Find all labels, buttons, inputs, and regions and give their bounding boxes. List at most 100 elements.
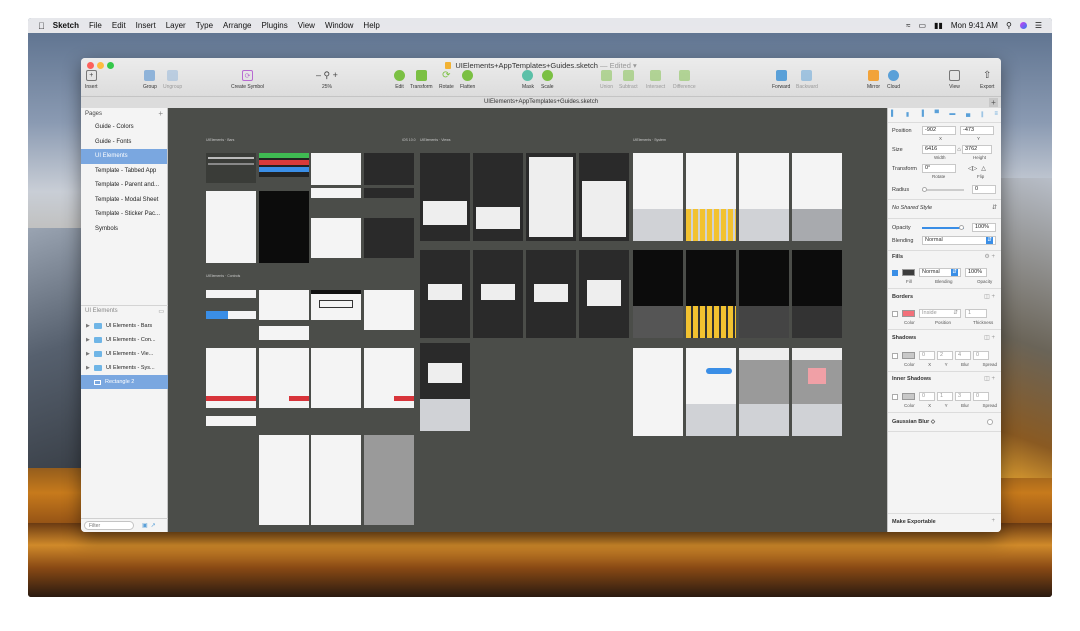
notification-center-icon[interactable]: ☰ xyxy=(1035,21,1042,30)
page-list-toggle-icon[interactable]: ▭ xyxy=(158,308,164,315)
artboard-system-9[interactable] xyxy=(633,348,683,436)
canvas[interactable]: UIElements · Bars iOS 10.0 UIElements · … xyxy=(168,108,887,532)
artboard-controls-7[interactable] xyxy=(206,348,256,408)
group-button[interactable]: Group xyxy=(143,70,157,90)
flip-horizontal-icon[interactable]: ◁▷ xyxy=(968,165,977,172)
layer-item-ui-elements-system[interactable]: ▶ UI Elements - Sys... xyxy=(81,361,168,375)
menu-file[interactable]: File xyxy=(89,21,102,30)
artboard-system-6[interactable] xyxy=(686,250,736,338)
add-export-icon[interactable]: + xyxy=(991,518,995,524)
artboard-label-ios[interactable]: iOS 10.0 xyxy=(402,138,416,142)
gaussian-blur-toggle[interactable] xyxy=(987,419,993,425)
create-symbol-button[interactable]: ⟳ Create Symbol xyxy=(231,70,264,90)
artboard-system-4[interactable] xyxy=(792,153,842,241)
artboard-bars-3[interactable] xyxy=(311,153,361,185)
settings-icon[interactable]: ⚙ xyxy=(984,254,989,260)
shadow-y-field[interactable]: 2 xyxy=(937,351,953,360)
page-item-template-tabbed-app[interactable]: Template - Tabbed App xyxy=(81,164,167,179)
distribute-horizontal-icon[interactable]: ∥ xyxy=(981,111,984,120)
subtract-button[interactable]: Subtract xyxy=(619,70,638,90)
cloud-button[interactable]: Cloud xyxy=(887,70,900,90)
artboard-controls-8[interactable] xyxy=(259,348,309,408)
opacity-field[interactable]: 100% xyxy=(972,223,996,232)
distribute-vertical-icon[interactable]: ≡ xyxy=(994,111,998,120)
menu-layer[interactable]: Layer xyxy=(166,21,186,30)
align-center-icon[interactable]: ▮ xyxy=(906,111,909,120)
slice-filter-icon[interactable]: ↗ xyxy=(151,522,156,529)
artboard-views-4[interactable] xyxy=(579,153,629,241)
artboard-views-6[interactable] xyxy=(473,250,523,338)
shared-style-select[interactable]: No Shared Style ⇵ xyxy=(892,204,997,212)
menu-app-name[interactable]: Sketch xyxy=(53,21,79,30)
artboard-system-12[interactable] xyxy=(792,348,842,436)
page-item-template-parent[interactable]: Template - Parent and... xyxy=(81,178,167,193)
inner-shadow-color-swatch[interactable] xyxy=(902,393,915,400)
filter-input[interactable] xyxy=(84,521,134,530)
artboard-bars-6[interactable] xyxy=(364,188,414,198)
artboard-controls-2[interactable] xyxy=(259,290,309,320)
fill-blending-select[interactable]: Normal ⇵ xyxy=(919,268,961,277)
artboard-bars-8[interactable] xyxy=(259,191,309,263)
artboard-bars-1[interactable] xyxy=(206,153,256,183)
page-item-ui-elements[interactable]: UI Elements xyxy=(81,149,167,164)
artboard-system-10[interactable] xyxy=(686,348,736,436)
inner-shadow-blur-field[interactable]: 3 xyxy=(955,392,971,401)
height-field[interactable]: 3762 xyxy=(962,145,992,154)
menu-insert[interactable]: Insert xyxy=(136,21,156,30)
disclosure-triangle-icon[interactable]: ▶ xyxy=(86,351,94,357)
artboard-label-views[interactable]: UIElements · Views xyxy=(420,138,450,142)
union-button[interactable]: Union xyxy=(600,70,613,90)
layer-item-ui-elements-bars[interactable]: ▶ UI Elements - Bars xyxy=(81,319,168,333)
artboard-system-3[interactable] xyxy=(739,153,789,241)
artboard-system-11[interactable] xyxy=(739,348,789,436)
artboard-label-system[interactable]: UIElements · System xyxy=(633,138,666,142)
artboard-label-bars[interactable]: UIElements · Bars xyxy=(206,138,234,142)
align-right-icon[interactable]: ▐ xyxy=(920,111,924,120)
width-field[interactable]: 6416 xyxy=(922,145,956,154)
document-tab[interactable]: UIElements+AppTemplates+Guides.sketch + xyxy=(81,96,1001,108)
mirror-button[interactable]: Mirror xyxy=(867,70,880,90)
zoom-out-button[interactable]: – xyxy=(316,70,321,80)
export-button[interactable]: ⇧ Export xyxy=(980,70,994,90)
add-page-button[interactable]: + xyxy=(158,110,163,118)
artboard-controls-6[interactable] xyxy=(259,326,309,340)
zoom-in-button[interactable]: + xyxy=(333,70,338,80)
artboard-system-2[interactable] xyxy=(686,153,736,241)
artboard-controls-13[interactable] xyxy=(311,435,361,525)
radius-slider-knob[interactable] xyxy=(922,186,927,192)
page-item-template-modal-sheet[interactable]: Template - Modal Sheet xyxy=(81,193,167,208)
shadow-x-field[interactable]: 0 xyxy=(919,351,935,360)
fill-checkbox[interactable] xyxy=(892,269,898,276)
page-item-guide-fonts[interactable]: Guide - Fonts xyxy=(81,135,167,150)
align-middle-icon[interactable]: ▬ xyxy=(949,111,955,120)
edit-button[interactable]: Edit xyxy=(394,70,405,90)
menu-type[interactable]: Type xyxy=(196,21,213,30)
position-x-field[interactable]: -902 xyxy=(922,126,956,135)
wifi-icon[interactable]: ≈ xyxy=(906,21,910,30)
spotlight-icon[interactable]: ⚲ xyxy=(1006,21,1012,30)
artboard-controls-5[interactable] xyxy=(206,311,256,319)
artboard-controls-3[interactable] xyxy=(311,290,361,320)
layer-item-ui-elements-views[interactable]: ▶ UI Elements - Vie... xyxy=(81,347,168,361)
trash-icon[interactable]: ◫ xyxy=(984,335,990,341)
menu-view[interactable]: View xyxy=(298,21,315,30)
artboard-label-controls[interactable]: UIElements · Controls xyxy=(206,274,240,278)
add-inner-shadow-icon[interactable]: + xyxy=(991,376,995,382)
align-top-icon[interactable]: ▀ xyxy=(935,111,939,120)
edited-status[interactable]: — Edited ▾ xyxy=(600,61,637,70)
fill-color-swatch[interactable] xyxy=(902,269,915,276)
menu-window[interactable]: Window xyxy=(325,21,353,30)
artboard-controls-12[interactable] xyxy=(259,435,309,525)
shadow-color-swatch[interactable] xyxy=(902,352,915,359)
shadow-checkbox[interactable] xyxy=(892,352,898,359)
scale-button[interactable]: Scale xyxy=(541,70,554,90)
opacity-slider[interactable] xyxy=(922,224,964,230)
artboard-controls-10[interactable] xyxy=(364,348,414,408)
ungroup-button[interactable]: Ungroup xyxy=(163,70,182,90)
artboard-bars-2[interactable] xyxy=(259,153,309,177)
artboard-system-8[interactable] xyxy=(792,250,842,338)
border-position-select[interactable]: Inside ⇵ xyxy=(919,309,961,318)
trash-icon[interactable]: ◫ xyxy=(984,376,990,382)
menu-plugins[interactable]: Plugins xyxy=(262,21,288,30)
menu-clock[interactable]: Mon 9:41 AM xyxy=(951,21,998,30)
